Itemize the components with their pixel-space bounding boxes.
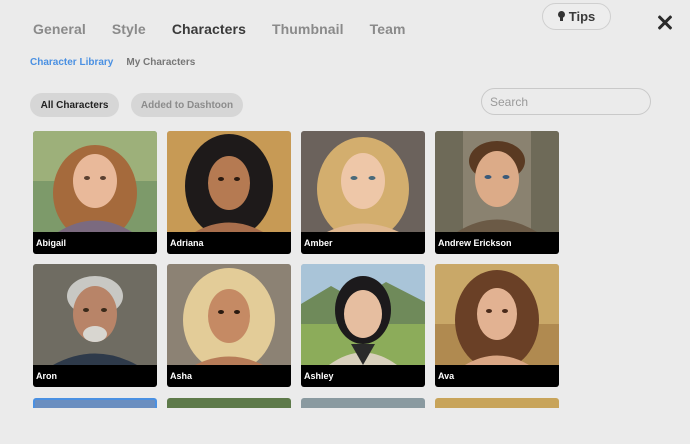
tab-style[interactable]: Style bbox=[112, 21, 146, 37]
tab-team[interactable]: Team bbox=[370, 21, 406, 37]
character-portrait bbox=[33, 264, 157, 365]
library-subtabs: Character Library My Characters bbox=[30, 57, 208, 68]
filter-added-to-dashtoon[interactable]: Added to Dashtoon bbox=[131, 93, 243, 117]
character-card-ashley[interactable]: Ashley bbox=[301, 264, 425, 387]
character-portrait bbox=[33, 131, 157, 232]
tab-general[interactable]: General bbox=[33, 21, 86, 37]
character-name: Andrew Erickson bbox=[435, 232, 559, 254]
close-icon[interactable] bbox=[655, 13, 675, 33]
character-card-partial[interactable] bbox=[167, 398, 291, 408]
character-name: Adriana bbox=[167, 232, 291, 254]
character-card-abigail[interactable]: Abigail bbox=[33, 131, 157, 254]
character-portrait bbox=[167, 264, 291, 365]
character-card-adriana[interactable]: Adriana bbox=[167, 131, 291, 254]
character-card-partial[interactable] bbox=[301, 398, 425, 408]
character-name: Ashley bbox=[301, 365, 425, 387]
character-portrait bbox=[301, 264, 425, 365]
character-card-asha[interactable]: Asha bbox=[167, 264, 291, 387]
search-input[interactable] bbox=[481, 88, 651, 115]
top-tabs: General Style Characters Thumbnail Team bbox=[33, 21, 432, 37]
character-card-partial[interactable] bbox=[33, 398, 157, 408]
lightbulb-icon bbox=[557, 11, 565, 22]
character-portrait bbox=[435, 131, 559, 232]
subtab-my-characters[interactable]: My Characters bbox=[126, 57, 195, 68]
character-name: Amber bbox=[301, 232, 425, 254]
character-card-partial[interactable] bbox=[435, 398, 559, 408]
subtab-character-library[interactable]: Character Library bbox=[30, 57, 113, 68]
character-name: Ava bbox=[435, 365, 559, 387]
character-portrait bbox=[435, 264, 559, 365]
tab-thumbnail[interactable]: Thumbnail bbox=[272, 21, 344, 37]
tab-characters[interactable]: Characters bbox=[172, 21, 246, 37]
character-name: Asha bbox=[167, 365, 291, 387]
character-card-aron[interactable]: Aron bbox=[33, 264, 157, 387]
character-card-amber[interactable]: Amber bbox=[301, 131, 425, 254]
character-portrait bbox=[167, 131, 291, 232]
tips-label: Tips bbox=[568, 9, 596, 24]
character-card-andrew-erickson[interactable]: Andrew Erickson bbox=[435, 131, 559, 254]
tips-button[interactable]: Tips bbox=[542, 3, 611, 30]
character-card-ava[interactable]: Ava bbox=[435, 264, 559, 387]
character-portrait bbox=[301, 131, 425, 232]
character-name: Abigail bbox=[33, 232, 157, 254]
character-name: Aron bbox=[33, 365, 157, 387]
filter-all-characters[interactable]: All Characters bbox=[30, 93, 119, 117]
